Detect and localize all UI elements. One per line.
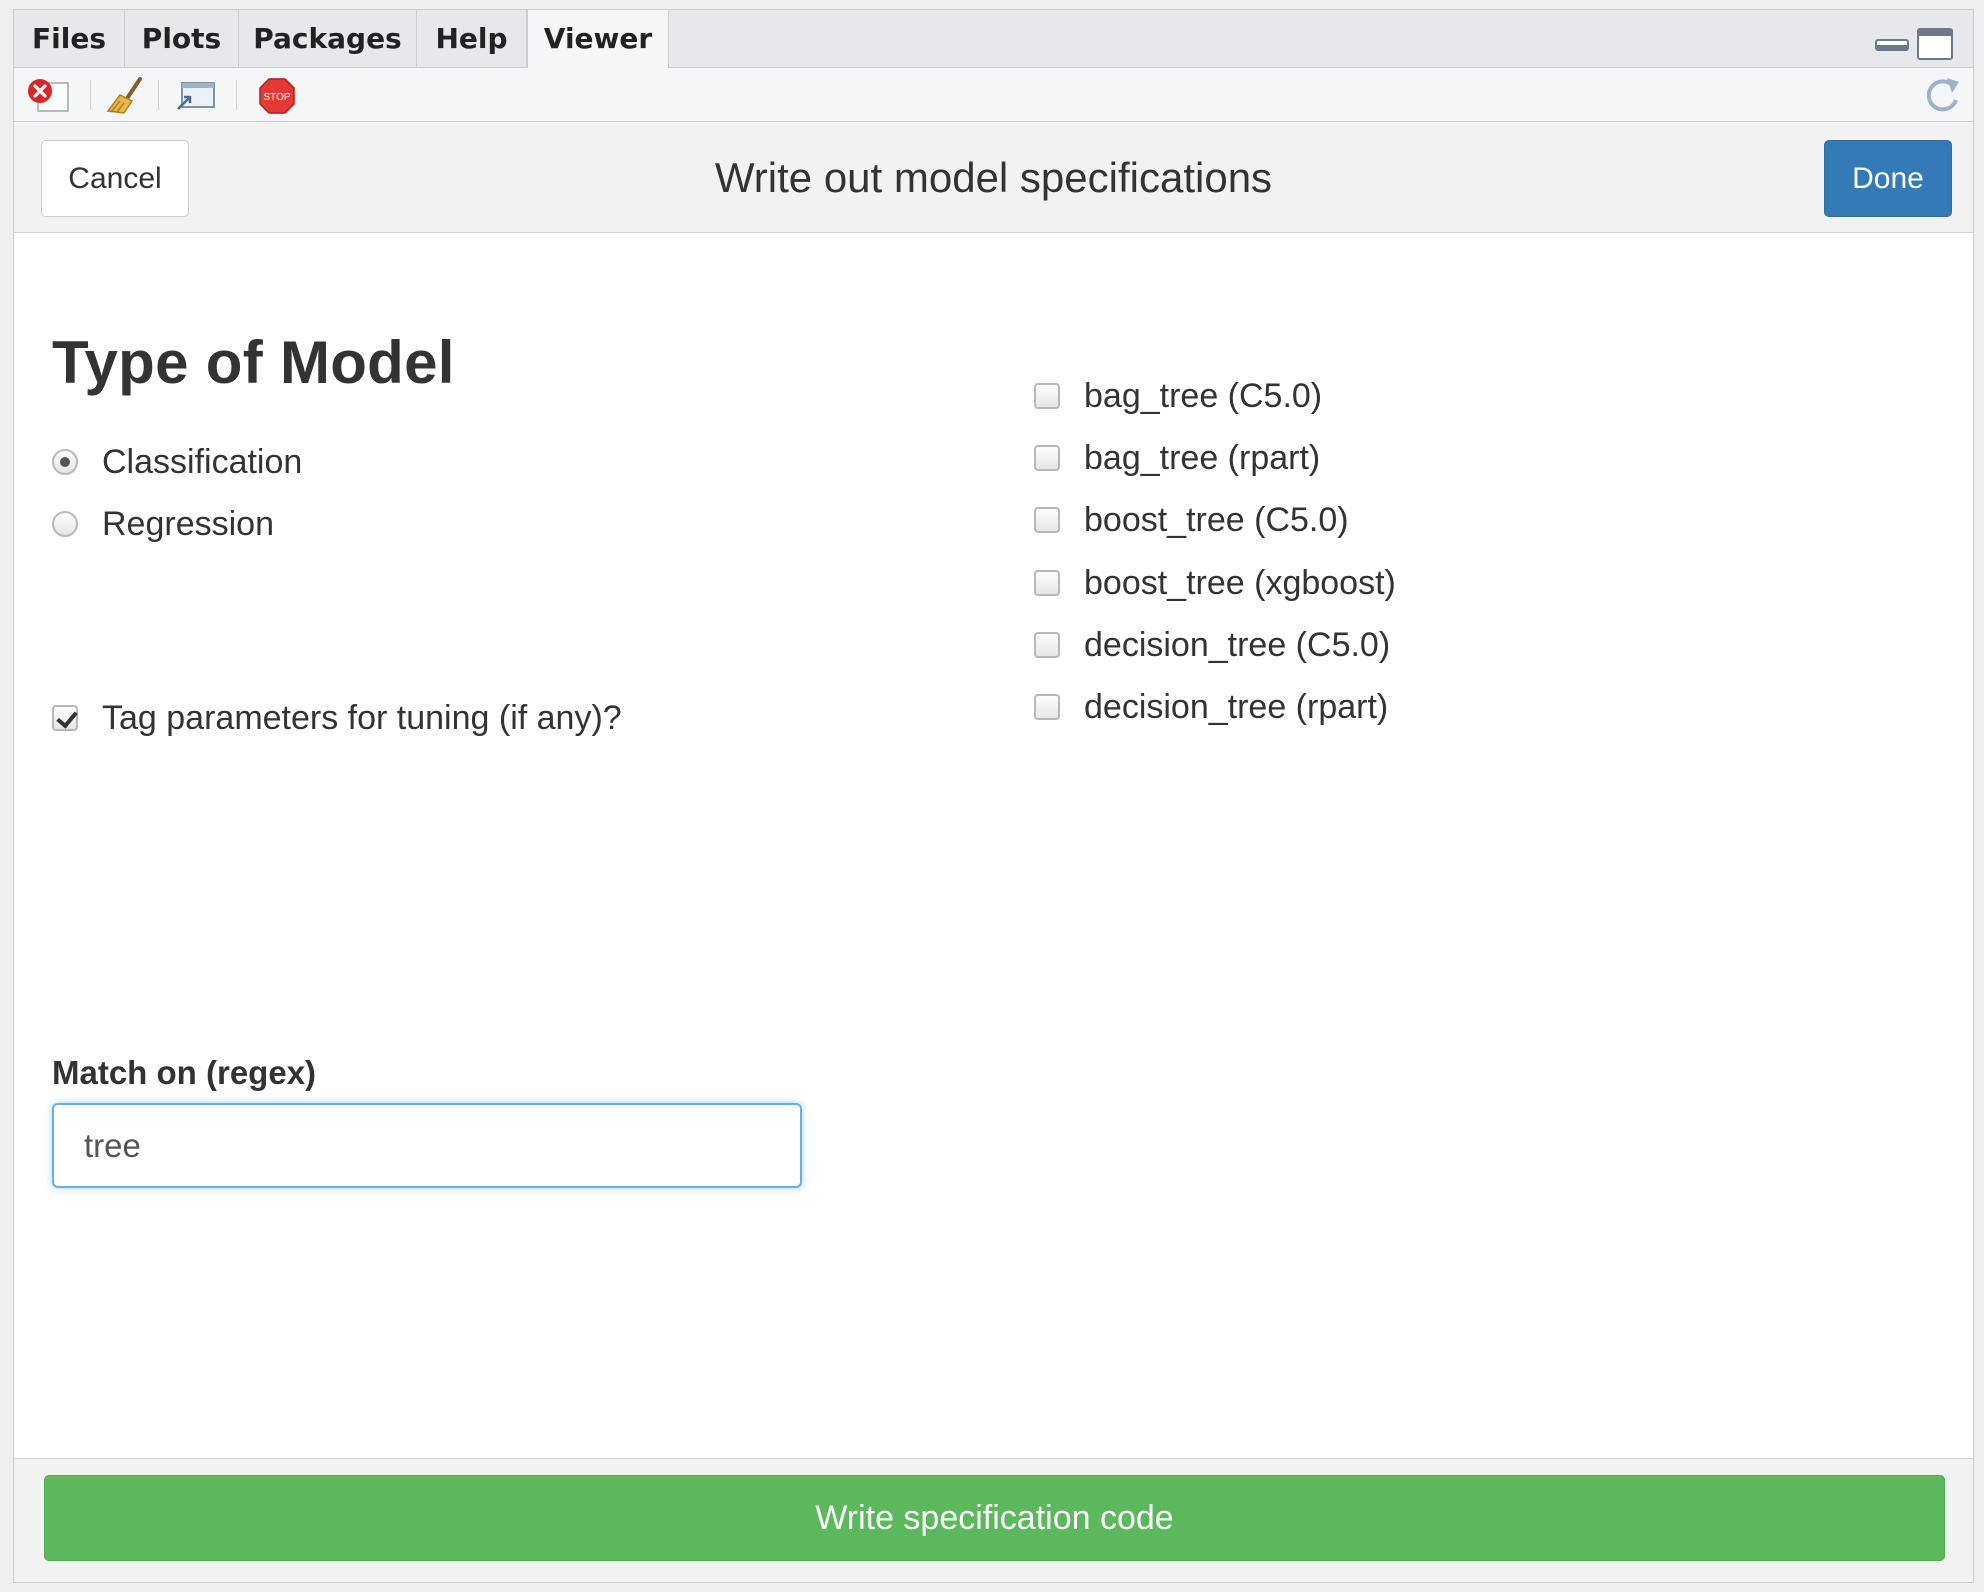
checkbox-label: Tag parameters for tuning (if any)? [102, 698, 622, 737]
radio-label: Regression [102, 504, 274, 543]
model-checkbox-decision-tree-c50[interactable]: decision_tree (C5.0) [1034, 625, 1390, 665]
checkbox-checked[interactable] [52, 705, 78, 731]
checkbox-label: bag_tree (rpart) [1084, 438, 1321, 477]
refresh-icon[interactable] [1921, 74, 1963, 116]
toolbar-separator [90, 80, 91, 110]
checkbox[interactable] [1034, 507, 1060, 533]
viewer-pane: Files Plots Packages Help Viewer STOP Ca… [13, 9, 1974, 1583]
remove-viewer-icon[interactable] [26, 77, 72, 113]
radio-classification[interactable]: Classification [52, 442, 302, 482]
regex-input[interactable] [52, 1103, 802, 1188]
maximize-pane-icon[interactable] [1917, 28, 1953, 60]
model-checkbox-decision-tree-rpart[interactable]: decision_tree (rpart) [1034, 687, 1388, 727]
done-button[interactable]: Done [1824, 140, 1952, 217]
model-checkbox-boost-tree-xgboost[interactable]: boost_tree (xgboost) [1034, 563, 1396, 603]
checkbox-label: boost_tree (C5.0) [1084, 500, 1349, 539]
checkbox-label: decision_tree (C5.0) [1084, 625, 1391, 664]
show-in-new-window-icon[interactable] [174, 77, 218, 113]
gadget-footer: Write specification code [14, 1458, 1973, 1582]
toolbar-separator [158, 80, 159, 110]
tab-plots[interactable]: Plots [125, 10, 239, 68]
clear-all-icon[interactable] [106, 77, 150, 115]
radio-button-selected[interactable] [52, 449, 78, 475]
gadget-title: Write out model specifications [714, 154, 1273, 201]
checkbox[interactable] [1034, 632, 1060, 658]
toolbar-separator [236, 80, 237, 110]
checkbox[interactable] [1034, 570, 1060, 596]
checkbox[interactable] [1034, 383, 1060, 409]
tab-help[interactable]: Help [417, 10, 527, 68]
radio-button[interactable] [52, 511, 78, 537]
tag-parameters-checkbox[interactable]: Tag parameters for tuning (if any)? [52, 698, 622, 738]
checkbox[interactable] [1034, 445, 1060, 471]
pane-tabbar: Files Plots Packages Help Viewer [14, 10, 1973, 69]
regex-label: Match on (regex) [52, 1054, 317, 1091]
viewer-toolbar: STOP [14, 68, 1973, 122]
gadget-title-bar: Cancel Write out model specifications Do… [14, 123, 1973, 233]
checkbox-label: bag_tree (C5.0) [1084, 376, 1323, 415]
write-specification-button[interactable]: Write specification code [44, 1475, 1945, 1561]
checkbox[interactable] [1034, 694, 1060, 720]
checkbox-label: boost_tree (xgboost) [1084, 563, 1396, 602]
radio-label: Classification [102, 442, 303, 481]
tab-viewer[interactable]: Viewer [527, 10, 669, 69]
stop-icon[interactable]: STOP [258, 77, 296, 115]
radio-regression[interactable]: Regression [52, 504, 274, 544]
tab-files[interactable]: Files [14, 10, 125, 68]
minimize-pane-icon[interactable] [1875, 38, 1909, 52]
svg-text:STOP: STOP [263, 92, 290, 103]
tab-packages[interactable]: Packages [239, 10, 417, 68]
model-checkbox-boost-tree-c50[interactable]: boost_tree (C5.0) [1034, 500, 1349, 540]
checkbox-label: decision_tree (rpart) [1084, 687, 1389, 726]
model-type-heading: Type of Model [52, 329, 455, 396]
model-checkbox-bag-tree-rpart[interactable]: bag_tree (rpart) [1034, 438, 1320, 478]
model-checkbox-bag-tree-c50[interactable]: bag_tree (C5.0) [1034, 376, 1322, 416]
